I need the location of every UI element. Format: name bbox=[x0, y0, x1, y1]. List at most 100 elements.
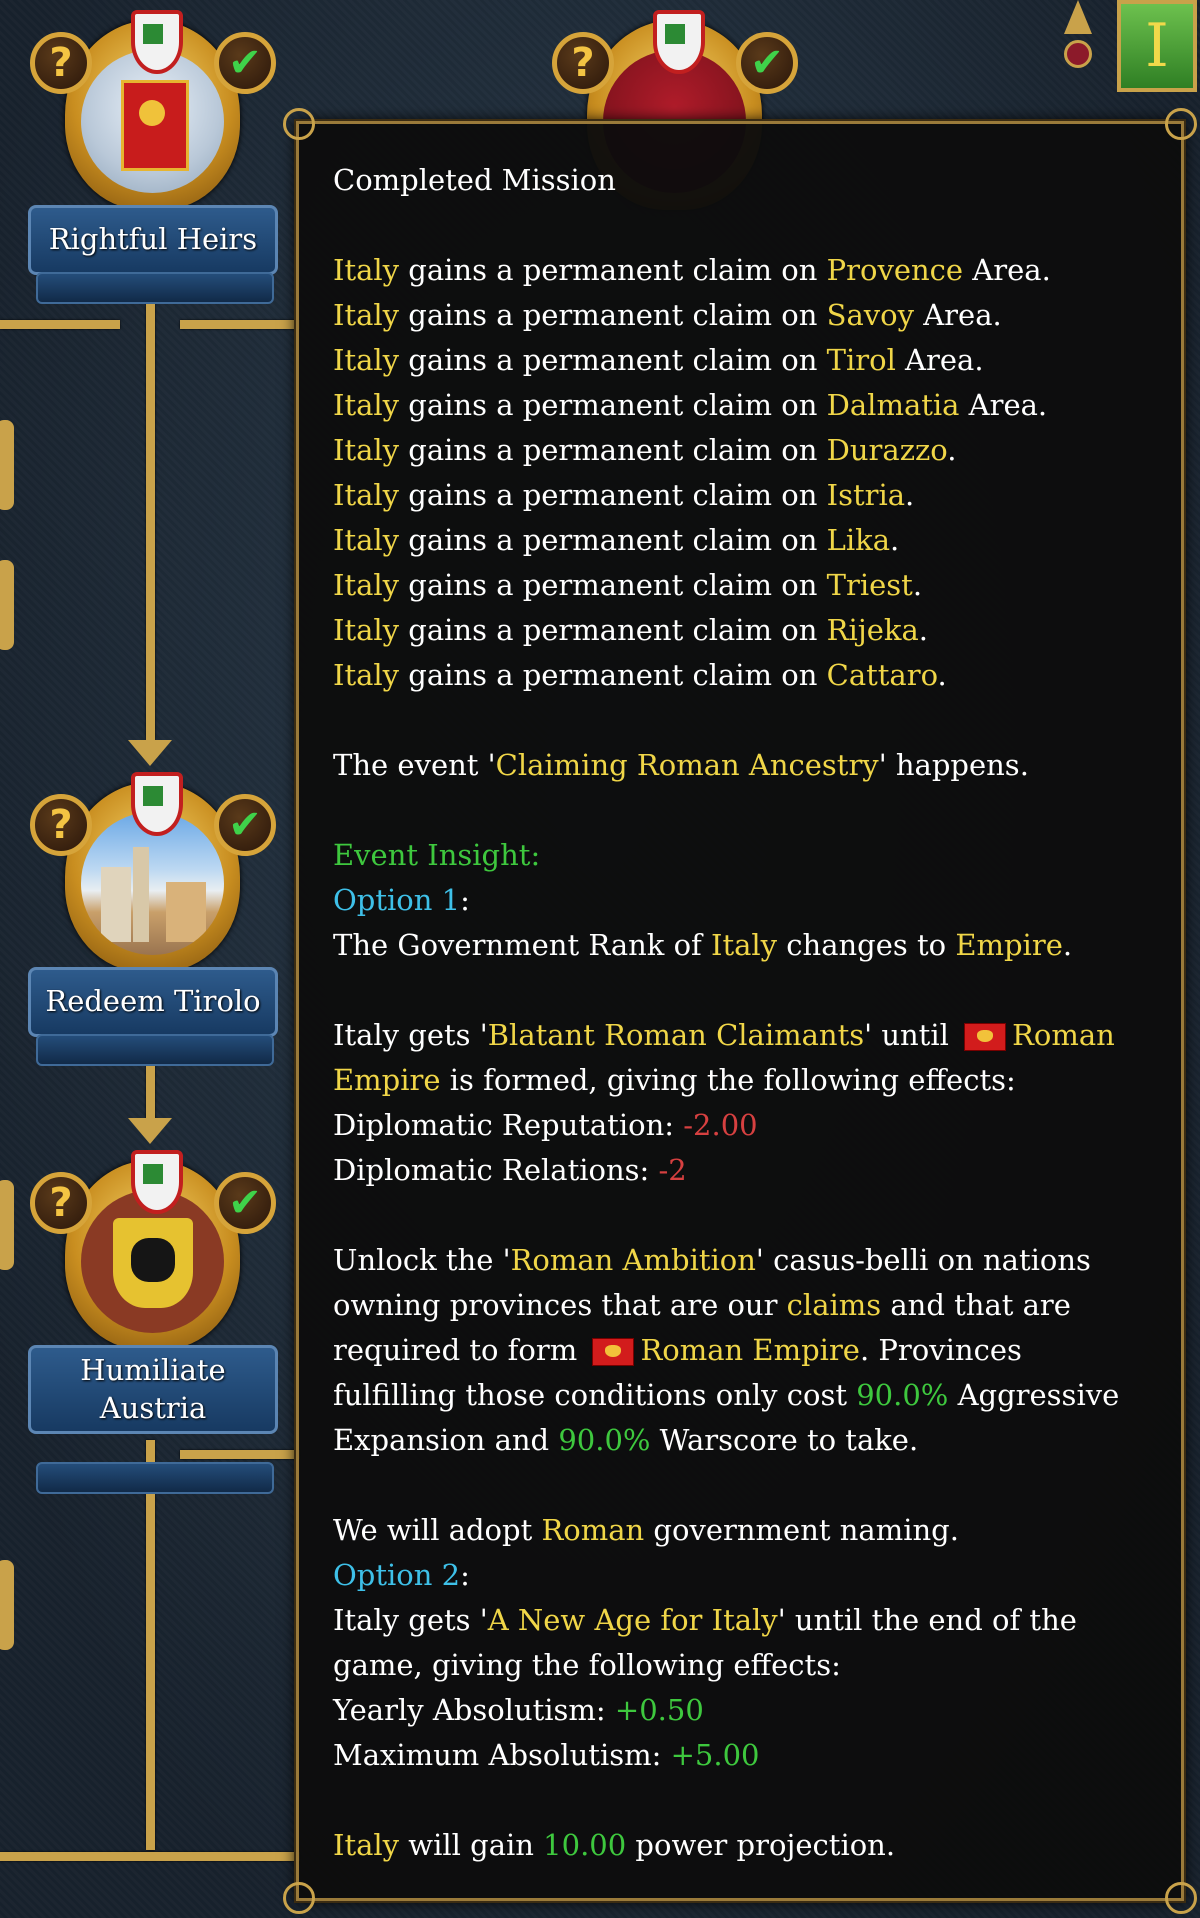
roman-empire-flag-icon bbox=[592, 1338, 635, 1366]
country-name: Italy bbox=[333, 433, 400, 467]
effect-value: -2.00 bbox=[683, 1108, 758, 1142]
tree-arrow bbox=[128, 740, 172, 766]
italy-shield-icon bbox=[653, 10, 705, 74]
offscreen-mission-edge bbox=[0, 560, 14, 650]
mission-tooltip: Completed Mission Italy gains a permanen… bbox=[283, 108, 1197, 1914]
modifier-line: Italy gets 'A New Age for Italy' until t… bbox=[333, 1598, 1147, 1688]
claim-text: gains a permanent claim on bbox=[408, 433, 818, 467]
italy-shield-icon bbox=[131, 772, 183, 836]
effect-label: Yearly Absolutism: bbox=[333, 1693, 615, 1727]
country-name: Italy bbox=[333, 613, 400, 647]
modifier-line: Italy gets 'Blatant Roman Claimants' unt… bbox=[333, 1013, 1147, 1103]
claims-list: Italy gains a permanent claim on Provenc… bbox=[333, 248, 1147, 698]
country-name: Italy bbox=[333, 388, 400, 422]
tree-arrow bbox=[128, 1118, 172, 1144]
claims-link: claims bbox=[786, 1288, 882, 1322]
mission-rightful-heirs[interactable]: ? ✔ Rightful Heirs bbox=[28, 10, 278, 310]
country-name: Italy bbox=[333, 253, 400, 287]
text: Warscore to take. bbox=[650, 1423, 919, 1457]
claim-suffix: . bbox=[937, 658, 947, 692]
question-icon[interactable]: ? bbox=[30, 1172, 92, 1234]
question-icon[interactable]: ? bbox=[552, 32, 614, 94]
text: power projection. bbox=[626, 1828, 896, 1862]
claim-place: Tirol bbox=[826, 343, 896, 377]
claim-line: Italy gains a permanent claim on Dalmati… bbox=[333, 383, 1147, 428]
effect-line: Diplomatic Reputation: -2.00 bbox=[333, 1103, 1147, 1148]
completed-check-icon: ✔ bbox=[736, 32, 798, 94]
warscore-value: 90.0% bbox=[558, 1423, 651, 1457]
naming-line: We will adopt Roman government naming. bbox=[333, 1508, 1147, 1553]
mission-plate-base bbox=[36, 1034, 274, 1066]
mission-plate-base bbox=[36, 1462, 274, 1494]
ae-value: 90.0% bbox=[856, 1378, 949, 1412]
country-name: Italy bbox=[333, 343, 400, 377]
claim-place: Savoy bbox=[826, 298, 915, 332]
effect-line: Yearly Absolutism: +0.50 bbox=[333, 1688, 1147, 1733]
claim-place: Rijeka bbox=[826, 613, 919, 647]
casus-belli-line: Unlock the 'Roman Ambition' casus-belli … bbox=[333, 1238, 1147, 1463]
offscreen-mission-edge bbox=[0, 420, 14, 510]
claim-line: Italy gains a permanent claim on Lika. bbox=[333, 518, 1147, 563]
ideas-button[interactable]: I bbox=[1117, 0, 1197, 92]
claim-suffix: . bbox=[912, 568, 923, 602]
option2-label-line: Option 2: bbox=[333, 1558, 470, 1592]
effect-label: Diplomatic Reputation: bbox=[333, 1108, 684, 1142]
country-name: Italy bbox=[333, 523, 400, 557]
question-icon[interactable]: ? bbox=[30, 794, 92, 856]
text: We will adopt bbox=[333, 1513, 542, 1547]
scroll-arrow-icon bbox=[1064, 0, 1092, 34]
claim-suffix: . bbox=[918, 613, 928, 647]
scroll-knob-icon bbox=[1064, 40, 1092, 68]
mission-title-line: Austria bbox=[99, 1390, 207, 1425]
effect-line: Maximum Absolutism: +5.00 bbox=[333, 1733, 1147, 1778]
effect-value: -2 bbox=[658, 1153, 687, 1187]
effect-label: Maximum Absolutism: bbox=[333, 1738, 671, 1772]
target-name: Roman bbox=[1012, 1018, 1115, 1052]
question-icon[interactable]: ? bbox=[30, 32, 92, 94]
option1-label-line: Option 1: bbox=[333, 883, 470, 917]
claim-line: Italy gains a permanent claim on Durazzo… bbox=[333, 428, 1147, 473]
mission-title: Redeem Tirolo bbox=[28, 967, 278, 1037]
event-insight-heading: Event Insight: bbox=[333, 838, 541, 872]
offscreen-mission-edge bbox=[0, 1180, 14, 1270]
claim-suffix: Area. bbox=[963, 253, 1051, 287]
ornament-corner-icon bbox=[283, 108, 315, 140]
text: will gain bbox=[399, 1828, 544, 1862]
naming-value: Roman bbox=[541, 1513, 645, 1547]
text: is formed, giving the following effects: bbox=[440, 1063, 1016, 1097]
claim-line: Italy gains a permanent claim on Triest. bbox=[333, 563, 1147, 608]
italy-shield-icon bbox=[131, 1150, 183, 1214]
country-name: Italy bbox=[333, 298, 400, 332]
italy-shield-icon bbox=[131, 10, 183, 74]
tree-connector bbox=[180, 1450, 300, 1459]
tree-connector bbox=[0, 1852, 300, 1861]
completed-check-icon: ✔ bbox=[214, 794, 276, 856]
tree-connector bbox=[0, 320, 120, 329]
claim-place: Triest bbox=[826, 568, 913, 602]
claim-place: Provence bbox=[826, 253, 964, 287]
mission-humiliate-austria[interactable]: ? ✔ Humiliate Austria bbox=[28, 1150, 278, 1494]
text: Italy gets ' bbox=[333, 1018, 488, 1052]
mission-redeem-tirolo[interactable]: ? ✔ Redeem Tirolo bbox=[28, 772, 278, 1072]
rank-value: Empire bbox=[955, 928, 1063, 962]
claim-text: gains a permanent claim on bbox=[408, 478, 818, 512]
claim-text: gains a permanent claim on bbox=[408, 523, 818, 557]
target-name: Roman Empire bbox=[640, 1333, 860, 1367]
claim-line: Italy gains a permanent claim on Rijeka. bbox=[333, 608, 1147, 653]
claim-place: Dalmatia bbox=[826, 388, 960, 422]
mission-title: Rightful Heirs bbox=[28, 205, 278, 275]
scroll-handle[interactable] bbox=[1064, 0, 1092, 110]
claim-text: gains a permanent claim on bbox=[408, 388, 818, 422]
claim-suffix: . bbox=[905, 478, 915, 512]
event-line: The event 'Claiming Roman Ancestry' happ… bbox=[333, 743, 1147, 788]
claim-suffix: . bbox=[890, 523, 900, 557]
text: changes to bbox=[777, 928, 956, 962]
effect-line: Diplomatic Relations: -2 bbox=[333, 1148, 1147, 1193]
claim-line: Italy gains a permanent claim on Provenc… bbox=[333, 248, 1147, 293]
text: The Government Rank of bbox=[333, 928, 711, 962]
text: government naming. bbox=[644, 1513, 959, 1547]
claim-place: Istria bbox=[826, 478, 906, 512]
tooltip-title: Completed Mission bbox=[333, 163, 616, 197]
text: ' until bbox=[864, 1018, 959, 1052]
claim-suffix: Area. bbox=[959, 388, 1048, 422]
